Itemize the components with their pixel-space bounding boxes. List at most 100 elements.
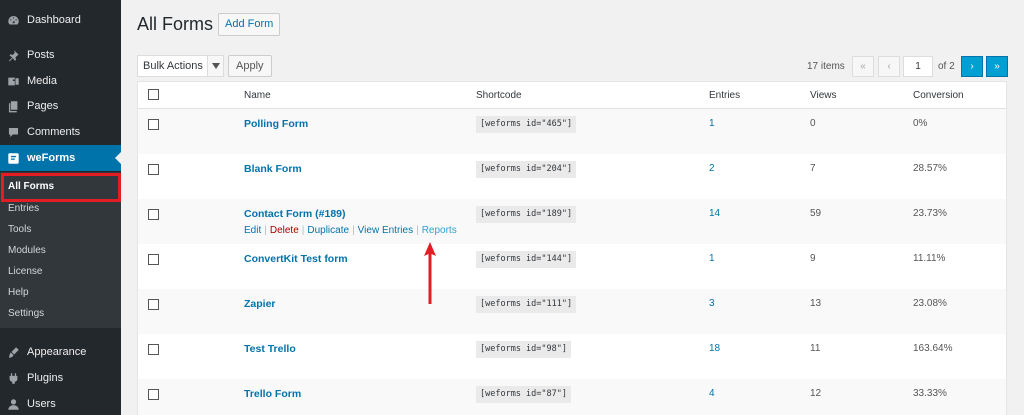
menu-dashboard-label: Dashboard (27, 14, 81, 26)
shortcode: [weforms id="204"] (476, 161, 577, 178)
views-count: 11 (810, 343, 821, 354)
row-checkbox[interactable] (148, 344, 159, 355)
menu-users-label: Users (27, 398, 56, 410)
total-pages: of 2 (938, 61, 955, 72)
entries-link[interactable]: 1 (709, 253, 715, 264)
annotation-arrow-icon (424, 242, 436, 304)
menu-weforms-label: weForms (27, 152, 76, 164)
conversion-rate: 0% (913, 118, 928, 129)
form-name-link[interactable]: ConvertKit Test form (244, 253, 348, 265)
submenu-entries[interactable]: Entries (8, 201, 39, 217)
row-checkbox[interactable] (148, 164, 159, 175)
views-count: 9 (810, 253, 816, 264)
row-checkbox[interactable] (148, 254, 159, 265)
column-views: Views (810, 90, 837, 101)
bulk-actions-select[interactable]: Bulk Actions (137, 55, 224, 77)
conversion-rate: 23.73% (913, 208, 947, 219)
apply-button[interactable]: Apply (228, 55, 272, 77)
add-form-button[interactable]: Add Form (218, 13, 281, 36)
entries-link[interactable]: 3 (709, 298, 715, 309)
action-separator: | (352, 225, 355, 236)
column-entries: Entries (709, 90, 741, 101)
menu-pages[interactable]: Pages (0, 93, 121, 119)
table-row: Test Trello [weforms id="98"] 18 11 163.… (138, 334, 1006, 379)
menu-plugins-label: Plugins (27, 372, 64, 384)
column-shortcode: Shortcode (476, 90, 522, 101)
entries-link[interactable]: 1 (709, 118, 715, 129)
table-header: Name Shortcode Entries Views Conversion (138, 82, 1006, 109)
views-count: 13 (810, 298, 822, 309)
shortcode: [weforms id="465"] (476, 116, 577, 133)
table-row: Contact Form (#189) [weforms id="189"] 1… (138, 199, 1006, 244)
submenu-license[interactable]: License (8, 264, 42, 280)
entries-link[interactable]: 2 (709, 163, 715, 174)
page-title: All Forms (137, 14, 213, 34)
menu-media[interactable]: Media (0, 68, 121, 94)
pages-icon (6, 99, 20, 113)
first-page-button[interactable]: « (852, 56, 874, 77)
plug-icon (6, 371, 20, 385)
select-all-checkbox[interactable] (148, 89, 159, 100)
shortcode: [weforms id="98"] (476, 341, 571, 358)
form-name-link[interactable]: Blank Form (244, 163, 302, 175)
delete-link[interactable]: Delete (270, 225, 299, 236)
entries-link[interactable]: 14 (709, 208, 720, 219)
users-icon (6, 397, 20, 411)
menu-users[interactable]: Users (0, 391, 121, 415)
form-name-link[interactable]: Polling Form (244, 118, 308, 130)
row-checkbox[interactable] (148, 119, 159, 130)
entries-link[interactable]: 4 (709, 388, 715, 399)
shortcode: [weforms id="144"] (476, 251, 577, 268)
reports-link[interactable]: Reports (422, 225, 457, 236)
pin-icon (6, 48, 20, 62)
menu-appearance-label: Appearance (27, 346, 87, 358)
form-name-link[interactable]: Test Trello (244, 343, 296, 355)
column-name: Name (244, 90, 271, 101)
menu-dashboard[interactable]: Dashboard (0, 7, 121, 33)
menu-pages-label: Pages (27, 100, 59, 112)
shortcode: [weforms id="189"] (476, 206, 577, 223)
next-page-button[interactable]: › (961, 56, 983, 77)
edit-link[interactable]: Edit (244, 225, 261, 236)
row-checkbox[interactable] (148, 209, 159, 220)
menu-appearance[interactable]: Appearance (0, 339, 121, 365)
entries-link[interactable]: 18 (709, 343, 720, 354)
main-content: All Forms Add Form Bulk Actions Apply 17… (121, 0, 1024, 415)
admin-sidebar: Dashboard Posts Media Pages Comments weF… (0, 0, 121, 415)
duplicate-link[interactable]: Duplicate (307, 225, 349, 236)
comments-icon (6, 125, 20, 139)
submenu-settings[interactable]: Settings (8, 306, 44, 322)
submenu-tools[interactable]: Tools (8, 222, 31, 238)
menu-plugins[interactable]: Plugins (0, 365, 121, 391)
items-count: 17 items (807, 61, 845, 72)
current-page-input[interactable]: 1 (903, 56, 933, 77)
form-name-link[interactable]: Trello Form (244, 388, 301, 400)
menu-weforms[interactable]: weForms (0, 145, 121, 171)
table-row: Blank Form [weforms id="204"] 2 7 28.57% (138, 154, 1006, 199)
shortcode: [weforms id="111"] (476, 296, 577, 313)
form-name-link[interactable]: Zapier (244, 298, 276, 310)
conversion-rate: 11.11% (913, 253, 946, 264)
menu-posts-label: Posts (27, 49, 55, 61)
last-page-button[interactable]: » (986, 56, 1008, 77)
form-name-link[interactable]: Contact Form (#189) (244, 208, 346, 220)
menu-comments[interactable]: Comments (0, 119, 121, 145)
action-separator: | (264, 225, 267, 236)
brush-icon (6, 345, 20, 359)
dashboard-icon (6, 13, 20, 27)
column-conversion: Conversion (913, 90, 964, 101)
view-entries-link[interactable]: View Entries (358, 225, 413, 236)
submenu-modules[interactable]: Modules (8, 243, 46, 259)
menu-comments-label: Comments (27, 126, 81, 138)
conversion-rate: 163.64% (913, 343, 953, 354)
row-checkbox[interactable] (148, 299, 159, 310)
submenu-help[interactable]: Help (8, 285, 29, 301)
menu-posts[interactable]: Posts (0, 42, 121, 68)
action-separator: | (416, 225, 419, 236)
shortcode: [weforms id="87"] (476, 386, 571, 403)
prev-page-button[interactable]: ‹ (878, 56, 900, 77)
bulk-actions-value: Bulk Actions (143, 60, 203, 72)
row-checkbox[interactable] (148, 389, 159, 400)
chevron-down-icon (207, 56, 223, 76)
table-row: ConvertKit Test form [weforms id="144"] … (138, 244, 1006, 289)
